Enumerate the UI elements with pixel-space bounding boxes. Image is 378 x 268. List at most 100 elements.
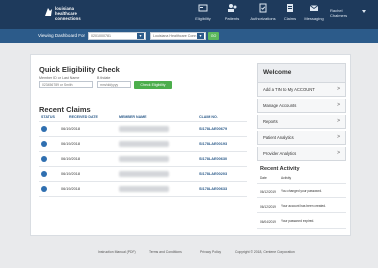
activity-col-date: Date	[260, 176, 267, 180]
activity-divider	[257, 228, 346, 229]
provider-select[interactable]: Louisiana Healthcare Conn ▾	[150, 32, 206, 40]
nav-patients[interactable]: Patients	[218, 3, 246, 27]
birthdate-input[interactable]: mm/dd/yyyy	[97, 81, 131, 88]
col-member-name: MEMBER NAME	[119, 115, 147, 119]
chevron-right-icon: >	[337, 102, 340, 108]
chevron-down-icon: ▾	[137, 33, 144, 39]
menu-label: Patient Analytics	[263, 135, 294, 140]
activity-divider	[257, 197, 346, 198]
chevron-right-icon: >	[337, 134, 340, 140]
quick-eligibility-title: Quick Eligibility Check	[39, 65, 120, 74]
caret-down-icon[interactable]	[362, 10, 366, 13]
id-card-icon	[198, 4, 208, 12]
birthdate-placeholder: mm/dd/yyyy	[100, 83, 119, 87]
status-dot-icon	[41, 156, 47, 162]
activity-divider	[257, 183, 346, 184]
welcome-panel: Welcome	[257, 63, 346, 83]
claim-number-link[interactable]: SI178LAE00203	[199, 172, 227, 176]
recent-claims-title: Recent Claims	[39, 105, 91, 114]
member-name-redacted	[119, 171, 169, 177]
birthdate-label: B thdate	[97, 76, 111, 80]
member-name-redacted	[119, 141, 169, 147]
activity-text: Your password expired.	[281, 219, 315, 223]
nav-eligibility[interactable]: Eligibility	[189, 3, 217, 27]
brand-line-3: connections	[55, 16, 81, 21]
check-eligibility-button[interactable]: Check Eligibility	[134, 81, 172, 89]
menu-label: Add a TIN to My ACCOUNT	[263, 87, 315, 92]
nav-patients-label: Patients	[224, 16, 240, 21]
footer-instruction-manual-link[interactable]: Instruction Manual (PDF)	[98, 250, 136, 254]
member-name-redacted	[119, 186, 169, 192]
claim-date: 06/19/2018	[61, 142, 81, 146]
status-dot-icon	[41, 186, 47, 192]
menu-patient-analytics[interactable]: Patient Analytics >	[257, 131, 346, 145]
claim-number-link[interactable]: SI178LAE00193	[199, 142, 227, 146]
dashboard-card: Quick Eligibility Check Member ID or Las…	[30, 54, 351, 236]
menu-label: Reports	[263, 119, 278, 124]
claim-number-link[interactable]: SI178LAE00633	[199, 187, 227, 191]
envelope-icon	[309, 5, 319, 11]
user-last-name: Chalmers	[330, 13, 348, 18]
claim-date: 06/19/2018	[61, 187, 81, 191]
activity-text: You changed your password.	[281, 189, 322, 193]
member-id-label: Member ID or Last Name	[39, 76, 80, 80]
nav-eligibility-label: Eligibility	[195, 16, 211, 21]
footer-copyright: Copyright © 2018, Centene Corporation	[235, 250, 295, 254]
go-button[interactable]: GO	[208, 32, 219, 40]
dashboard-selector-bar: Viewing Dashboard For 0201000781 ▾ Louis…	[0, 29, 378, 43]
member-name-redacted	[119, 126, 169, 132]
chevron-down-icon: ▾	[197, 33, 204, 39]
activity-date: 06/12/2019	[260, 190, 276, 194]
menu-manage-accounts[interactable]: Manage Accounts >	[257, 99, 346, 113]
member-id-input[interactable]: 023456789 or Smith	[39, 81, 93, 88]
activity-date: 06/04/2019	[260, 220, 276, 224]
nav-messaging-label: Messaging	[304, 16, 324, 21]
menu-reports[interactable]: Reports >	[257, 115, 346, 129]
top-header: louisiana healthcare connections Eligibi…	[0, 0, 378, 29]
provider-select-value: Louisiana Healthcare Conn	[153, 34, 197, 38]
dashboard-for-label: Viewing Dashboard For	[38, 33, 85, 38]
member-name-redacted	[119, 156, 169, 162]
menu-label: Provider Analytics	[263, 151, 297, 156]
status-dot-icon	[41, 171, 47, 177]
menu-add-tin[interactable]: Add a TIN to My ACCOUNT >	[257, 83, 346, 97]
claim-number-link[interactable]: SI178LAE00630	[199, 157, 227, 161]
claim-row[interactable]: 06/19/2018 SI178LAE00630	[39, 152, 247, 166]
patients-icon	[228, 4, 237, 12]
activity-divider	[257, 212, 346, 213]
col-claim-no: CLAIM NO.	[199, 115, 218, 119]
status-dot-icon	[41, 126, 47, 132]
user-menu[interactable]: Rachel Chalmers	[330, 8, 347, 18]
nav-messaging[interactable]: Messaging	[300, 3, 328, 27]
claim-row[interactable]: 06/19/2018 SI178LAE00633	[39, 182, 247, 196]
welcome-title: Welcome	[263, 69, 292, 76]
authorizations-icon	[259, 3, 267, 13]
nav-authorizations-label: Authorizations	[250, 16, 276, 21]
activity-text: Your account has been created.	[281, 204, 326, 208]
member-id-value: 023456789 or Smith	[42, 83, 73, 87]
claim-date: 06/19/2018	[61, 172, 81, 176]
menu-provider-analytics[interactable]: Provider Analytics >	[257, 147, 346, 161]
claim-row[interactable]: 06/19/2018 SI178LAE00203	[39, 167, 247, 181]
activity-col-activity: Activity	[281, 176, 292, 180]
brand-name: louisiana healthcare connections	[55, 6, 81, 21]
claim-row[interactable]: 06/19/2018 SI178LAE00193	[39, 137, 247, 151]
row-divider	[39, 196, 247, 197]
claim-date: 06/19/2018	[61, 127, 81, 131]
col-received-date: RECEIVED DATE	[69, 115, 98, 119]
footer-terms-link[interactable]: Terms and Conditions	[149, 250, 182, 254]
footer-privacy-link[interactable]: Privacy Policy	[200, 250, 221, 254]
claim-row[interactable]: 06/19/2018 SI178LAE00679	[39, 122, 247, 136]
claims-icon	[287, 4, 293, 12]
pelican-logo-icon	[45, 8, 52, 16]
account-select[interactable]: 0201000781 ▾	[88, 32, 146, 40]
recent-activity-title: Recent Activity	[260, 166, 300, 172]
account-select-value: 0201000781	[91, 34, 111, 38]
brand-logo[interactable]: louisiana healthcare connections	[44, 4, 81, 24]
nav-authorizations[interactable]: Authorizations	[249, 3, 277, 27]
status-dot-icon	[41, 141, 47, 147]
chevron-right-icon: >	[337, 118, 340, 124]
claim-number-link[interactable]: SI178LAE00679	[199, 127, 227, 131]
activity-date: 06/12/2019	[260, 205, 276, 209]
chevron-right-icon: >	[337, 150, 340, 156]
